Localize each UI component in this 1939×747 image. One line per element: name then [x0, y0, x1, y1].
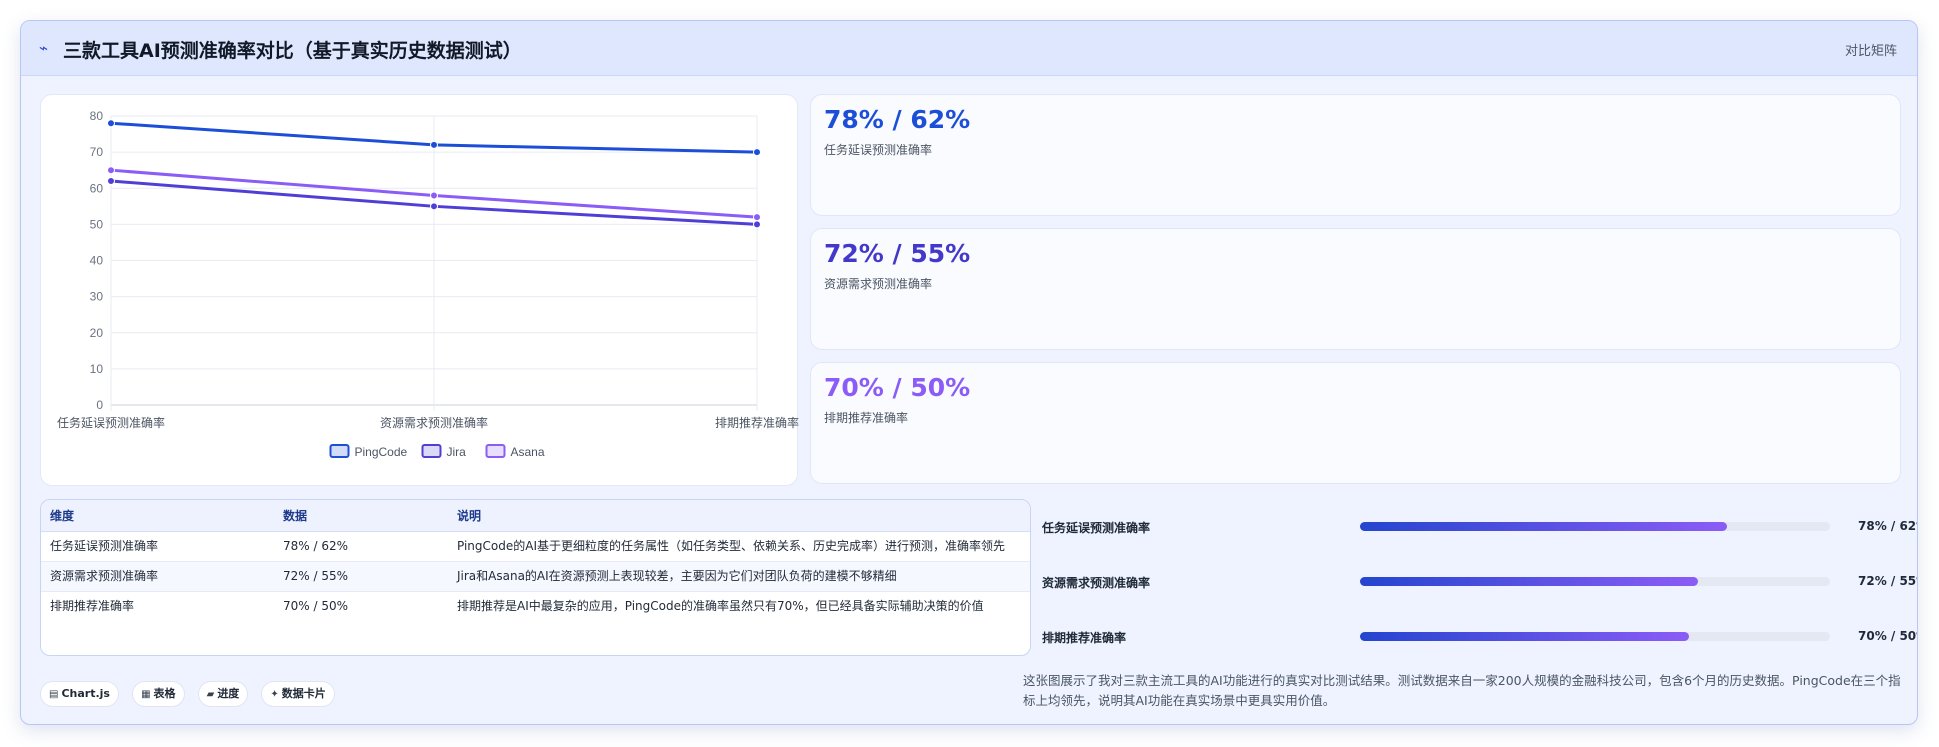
stat-label: 任务延误预测准确率	[824, 143, 933, 157]
chip-data-card[interactable]: ✦ 数据卡片	[261, 681, 335, 707]
progress-label: 任务延误预测准确率	[1042, 521, 1151, 535]
chip-label: 表格	[153, 687, 176, 700]
progress-label: 排期推荐准确率	[1042, 631, 1127, 645]
stat-value: 78% / 62%	[824, 105, 971, 134]
data-point-jira	[107, 177, 115, 186]
table-cell: PingCode的AI基于更细粒度的任务属性（如任务类型、依赖关系、历史完成率）…	[448, 531, 1030, 562]
table-row: 排期推荐准确率 70% / 50% 排期推荐是AI中最复杂的应用，PingCod…	[41, 591, 1030, 621]
data-point-asana	[430, 191, 438, 200]
y-tick-label: 40	[90, 254, 104, 268]
progress-row-schedule: 排期推荐准确率 70% / 50%	[1022, 627, 1917, 647]
description-text: 这张图展示了我对三款主流工具的AI功能进行的真实对比测试结果。测试数据来自一家2…	[1023, 673, 1901, 708]
x-tick-label: 排期推荐准确率	[715, 415, 799, 430]
progress-row-resource: 资源需求预测准确率 72% / 55%	[1022, 572, 1917, 592]
x-tick-label: 任务延误预测准确率	[57, 415, 165, 430]
table-row: 资源需求预测准确率 72% / 55% Jira和Asana的AI在资源预测上表…	[41, 561, 1030, 592]
data-point-jira	[430, 202, 438, 211]
chip-label: 进度	[217, 687, 240, 700]
stat-card-delay: 78% / 62% 任务延误预测准确率	[810, 94, 1901, 216]
table-cell: Jira和Asana的AI在资源预测上表现较差，主要因为它们对团队负荷的建模不够…	[448, 561, 1030, 592]
table-cell: 任务延误预测准确率	[41, 531, 274, 562]
y-tick-label: 70	[90, 145, 104, 159]
y-tick-label: 80	[90, 109, 104, 123]
y-tick-label: 60	[90, 181, 104, 195]
legend-label: PingCode	[355, 445, 408, 459]
table-cell: 资源需求预测准确率	[41, 561, 274, 592]
progress-fill	[1360, 577, 1699, 586]
progress-value: 70% / 50%	[1858, 629, 1917, 643]
chip-label: Chart.js	[61, 687, 110, 700]
chip-chartjs[interactable]: ▤ Chart.js	[40, 681, 119, 707]
y-tick-label: 30	[90, 290, 104, 304]
stat-label: 资源需求预测准确率	[824, 277, 933, 291]
progress-track	[1360, 522, 1830, 531]
legend-swatch	[421, 444, 442, 458]
column-header: 数据	[274, 500, 448, 532]
chart-icon: ▤	[49, 689, 59, 700]
data-point-asana	[107, 166, 115, 175]
progress-fill	[1360, 522, 1727, 531]
table-icon: ▦	[141, 689, 151, 700]
table-cell: 排期推荐准确率	[50, 598, 135, 613]
stat-value: 70% / 50%	[824, 373, 971, 402]
telescope-icon: ⌁	[39, 39, 49, 57]
x-tick-label: 资源需求预测准确率	[380, 415, 488, 430]
comparison-table-card: 维度 数据 说明 任务延误预测准确率 78% / 62% PingCode的AI…	[40, 499, 1031, 656]
comparison-matrix-link[interactable]: 对比矩阵	[1845, 40, 1897, 59]
stat-label: 排期推荐准确率	[824, 411, 909, 425]
data-point-jira	[753, 220, 761, 229]
table-cell: 72% / 55%	[274, 561, 448, 592]
stat-value: 72% / 55%	[824, 239, 971, 268]
legend-swatch	[485, 444, 506, 458]
panel-header: ⌁ 三款工具AI预测准确率对比（基于真实历史数据测试） 对比矩阵	[21, 21, 1917, 76]
legend-label: Jira	[447, 445, 467, 459]
legend-label: Asana	[511, 445, 545, 459]
y-tick-label: 0	[96, 398, 103, 412]
chip-table[interactable]: ▦ 表格	[132, 681, 185, 707]
y-tick-label: 50	[90, 217, 104, 231]
table-cell: 排期推荐是AI中最复杂的应用，PingCode的准确率虽然只有70%，但已经具备…	[457, 598, 984, 613]
data-point-asana	[753, 213, 761, 222]
line-chart: 0 10 20 30 40 50 60 70 80 任务延误预测准确率 资源需求预测准确率 排期推荐准…	[57, 109, 799, 459]
panel-title: 三款工具AI预测准确率对比（基于真实历史数据测试）	[63, 40, 522, 62]
column-header: 维度	[41, 500, 274, 532]
table-cell: 78% / 62%	[274, 531, 448, 562]
chip-progress[interactable]: ▰ 进度	[197, 681, 249, 707]
sparkle-icon: ✦	[270, 689, 279, 700]
progress-value: 72% / 55%	[1858, 574, 1917, 588]
stat-card-resource: 72% / 55% 资源需求预测准确率	[810, 228, 1901, 350]
legend-swatch	[329, 444, 350, 458]
data-point-pingcode	[753, 148, 761, 157]
progress-fill	[1360, 632, 1689, 641]
progress-value: 78% / 62%	[1858, 519, 1917, 533]
progress-track	[1360, 577, 1830, 586]
table-cell: 70% / 50%	[283, 598, 349, 613]
y-tick-label: 20	[90, 326, 104, 340]
comparison-table: 维度 数据 说明 任务延误预测准确率 78% / 62% PingCode的AI…	[41, 500, 1030, 621]
comparison-panel: ⌁ 三款工具AI预测准确率对比（基于真实历史数据测试） 对比矩阵 0 10 20 30…	[20, 20, 1918, 725]
line-chart-card: 0 10 20 30 40 50 60 70 80 任务延误预测准确率 资源需求预测准确率 排期推荐准…	[40, 94, 799, 486]
y-tick-label: 10	[90, 362, 104, 376]
stat-card-schedule: 70% / 50% 排期推荐准确率	[810, 362, 1901, 484]
data-point-pingcode	[430, 140, 438, 149]
table-row: 任务延误预测准确率 78% / 62% PingCode的AI基于更细粒度的任务…	[41, 531, 1030, 562]
data-point-pingcode	[107, 119, 115, 128]
progress-icon: ▰	[206, 689, 215, 700]
chip-label: 数据卡片	[281, 687, 326, 700]
progress-track	[1360, 632, 1830, 641]
tag-chips: ▤ Chart.js ▦ 表格 ▰ 进度 ✦ 数据卡片	[40, 681, 343, 708]
table-header-row: 维度 数据 说明	[41, 500, 1030, 532]
progress-row-delay: 任务延误预测准确率 78% / 62%	[1022, 517, 1917, 537]
column-header: 说明	[448, 500, 1030, 532]
progress-label: 资源需求预测准确率	[1042, 576, 1151, 590]
